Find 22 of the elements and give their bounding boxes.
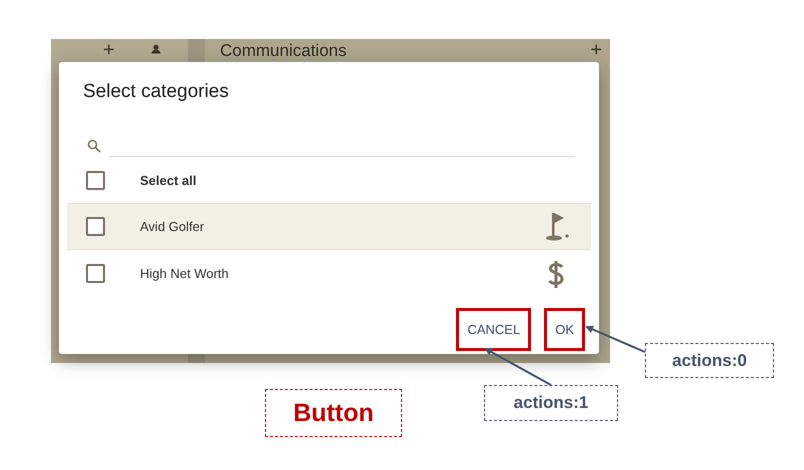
callout-label: actions:1 xyxy=(484,385,618,421)
select-all-row[interactable]: Select all xyxy=(67,157,591,203)
person-icon xyxy=(149,44,163,56)
category-label: Avid Golfer xyxy=(140,219,206,234)
ok-button[interactable]: OK xyxy=(544,308,585,351)
category-row[interactable]: High Net Worth xyxy=(67,250,591,297)
add-button[interactable]: + xyxy=(103,40,115,60)
section-title: Communications xyxy=(220,41,347,61)
leader-arrow xyxy=(585,326,646,353)
category-row[interactable]: Avid Golfer xyxy=(67,203,591,250)
category-label: High Net Worth xyxy=(140,266,230,281)
checkbox[interactable] xyxy=(86,170,105,190)
add-button[interactable]: + xyxy=(590,40,602,60)
leader-arrow xyxy=(484,348,552,386)
select-all-label: Select all xyxy=(140,172,198,188)
search-icon xyxy=(87,138,101,152)
checkbox[interactable] xyxy=(86,264,105,283)
dialog-title: Select categories xyxy=(83,80,229,104)
caption-label: Button xyxy=(265,389,402,437)
cancel-button[interactable]: CANCEL xyxy=(456,308,532,351)
callout-label: actions:0 xyxy=(645,343,774,378)
checkbox[interactable] xyxy=(86,217,105,236)
